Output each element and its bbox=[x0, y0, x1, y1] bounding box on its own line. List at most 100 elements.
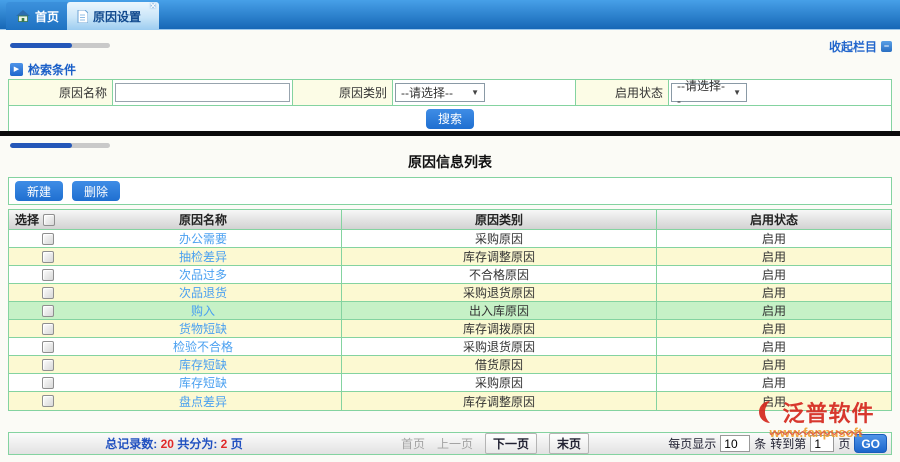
total-records-value: 20 bbox=[161, 437, 174, 451]
reason-name-cell: 抽检差异 bbox=[65, 248, 341, 265]
record-summary: 总记录数: 20 共分为: 2 页 bbox=[9, 435, 339, 452]
collapse-columns-label: 收起栏目 bbox=[829, 38, 877, 55]
page: 首页 原因设置 × 收起栏目 − ▶ 检索条件 原因名称 原因类别 bbox=[0, 0, 900, 462]
row-select-cell bbox=[9, 266, 65, 283]
reason-category-cell: 借货原因 bbox=[341, 356, 656, 373]
row-select-cell bbox=[9, 356, 65, 373]
delete-button[interactable]: 删除 bbox=[72, 181, 120, 201]
reason-name-link[interactable]: 办公需要 bbox=[179, 230, 227, 247]
table-row: 抽检差异 库存调整原因启用 bbox=[9, 248, 891, 266]
enable-status-cell: 启用 bbox=[656, 356, 891, 373]
row-checkbox[interactable] bbox=[42, 359, 54, 371]
new-button[interactable]: 新建 bbox=[15, 181, 63, 201]
reason-name-link[interactable]: 库存短缺 bbox=[179, 374, 227, 391]
per-page-unit: 条 bbox=[754, 435, 766, 452]
table-row: 盘点差异 库存调整原因启用 bbox=[9, 392, 891, 410]
reason-category-cell: 采购退货原因 bbox=[341, 284, 656, 301]
row-checkbox[interactable] bbox=[42, 233, 54, 245]
next-page-button[interactable]: 下一页 bbox=[485, 433, 537, 454]
tab-home[interactable]: 首页 bbox=[6, 2, 70, 30]
reason-category-cell: 库存调整原因 bbox=[341, 392, 656, 410]
tab-home-label: 首页 bbox=[35, 8, 59, 25]
goto-page-label: 转到第 bbox=[770, 435, 806, 452]
enable-status-cell: 启用 bbox=[656, 266, 891, 283]
per-page-input[interactable] bbox=[720, 435, 750, 452]
row-select-cell bbox=[9, 374, 65, 391]
goto-page-input[interactable] bbox=[810, 435, 834, 452]
reason-category-cell: 采购原因 bbox=[341, 374, 656, 391]
table-row: 次品过多不合格原因启用 bbox=[9, 266, 891, 284]
enable-status-cell: 启用 bbox=[656, 248, 891, 265]
row-checkbox[interactable] bbox=[42, 323, 54, 335]
reason-category-select[interactable]: --请选择-- ▼ bbox=[395, 83, 485, 102]
enable-status-label: 启用状态 bbox=[576, 80, 669, 105]
search-section-header[interactable]: ▶ 检索条件 bbox=[10, 61, 76, 78]
pages-unit: 页 bbox=[231, 437, 243, 451]
row-checkbox[interactable] bbox=[42, 305, 54, 317]
document-icon bbox=[77, 10, 88, 23]
search-form: 原因名称 原因类别 --请选择-- ▼ 启用状态 --请选择-- ▼ 搜索 bbox=[8, 79, 892, 132]
go-button[interactable]: GO bbox=[854, 434, 887, 453]
total-pages-value: 2 bbox=[221, 437, 228, 451]
row-select-cell bbox=[9, 248, 65, 265]
home-icon bbox=[16, 10, 30, 22]
collapse-icon: − bbox=[881, 41, 892, 52]
reason-name-link[interactable]: 购入 bbox=[191, 302, 215, 319]
status-header-cell: 启用状态 bbox=[656, 210, 891, 229]
section-divider-bar bbox=[10, 143, 110, 148]
section-separator bbox=[0, 131, 900, 136]
reason-table-body: 办公需要采购原因启用抽检差异库存调整原因启用次品过多不合格原因启用次品退货采购退… bbox=[9, 230, 891, 410]
reason-name-cell: 检验不合格 bbox=[65, 338, 341, 355]
row-checkbox[interactable] bbox=[42, 287, 54, 299]
row-checkbox[interactable] bbox=[42, 251, 54, 263]
row-checkbox[interactable] bbox=[42, 377, 54, 389]
reason-name-link[interactable]: 次品过多 bbox=[179, 266, 227, 283]
prev-page-link[interactable]: 上一页 bbox=[437, 435, 473, 452]
reason-category-cell: 出入库原因 bbox=[341, 302, 656, 319]
goto-page-unit: 页 bbox=[838, 435, 850, 452]
reason-category-cell: 采购原因 bbox=[341, 230, 656, 247]
reason-table: 选择 原因名称 原因类别 启用状态 办公需要采购原因启用抽检差异库存调整原因启用… bbox=[8, 209, 892, 411]
reason-name-link[interactable]: 检验不合格 bbox=[173, 338, 233, 355]
tab-close-icon[interactable]: × bbox=[150, 2, 156, 12]
reason-category-select-cell: --请选择-- ▼ bbox=[393, 80, 576, 105]
reason-name-cell: 次品退货 bbox=[65, 284, 341, 301]
pagination-bar: 总记录数: 20 共分为: 2 页 首页 上一页 下一页 末页 每页显示 条 转… bbox=[8, 432, 892, 455]
enable-status-select[interactable]: --请选择-- ▼ bbox=[671, 83, 747, 102]
row-select-cell bbox=[9, 302, 65, 319]
search-button[interactable]: 搜索 bbox=[426, 109, 474, 129]
reason-name-link[interactable]: 盘点差异 bbox=[179, 393, 227, 410]
tab-bar: 首页 原因设置 × bbox=[0, 0, 900, 30]
reason-name-link[interactable]: 抽检差异 bbox=[179, 248, 227, 265]
row-checkbox[interactable] bbox=[42, 341, 54, 353]
reason-category-cell: 库存调整原因 bbox=[341, 248, 656, 265]
row-checkbox[interactable] bbox=[42, 395, 54, 407]
select-header-label: 选择 bbox=[15, 211, 39, 228]
reason-category-label: 原因类别 bbox=[293, 80, 393, 105]
table-row: 库存短缺 借货原因启用 bbox=[9, 356, 891, 374]
expand-arrow-icon: ▶ bbox=[10, 63, 23, 76]
reason-name-input[interactable] bbox=[115, 83, 290, 102]
chevron-down-icon: ▼ bbox=[733, 88, 741, 97]
table-row: 办公需要 采购原因启用 bbox=[9, 230, 891, 248]
list-title: 原因信息列表 bbox=[0, 152, 900, 172]
tab-reason-settings[interactable]: 原因设置 × bbox=[67, 2, 159, 30]
row-checkbox[interactable] bbox=[42, 269, 54, 281]
table-row: 购入出入库原因启用 bbox=[9, 302, 891, 320]
reason-name-link[interactable]: 库存短缺 bbox=[179, 356, 227, 373]
enable-status-cell: 启用 bbox=[656, 230, 891, 247]
chevron-down-icon: ▼ bbox=[471, 88, 479, 97]
last-page-button[interactable]: 末页 bbox=[549, 433, 589, 454]
select-all-checkbox[interactable] bbox=[43, 214, 55, 226]
enable-status-cell: 启用 bbox=[656, 284, 891, 301]
enable-status-cell: 启用 bbox=[656, 392, 891, 410]
reason-name-link[interactable]: 次品退货 bbox=[179, 284, 227, 301]
table-row: 检验不合格采购退货原因启用 bbox=[9, 338, 891, 356]
reason-name-input-cell bbox=[113, 80, 293, 105]
collapse-columns-link[interactable]: 收起栏目 − bbox=[829, 38, 892, 55]
reason-category-cell: 采购退货原因 bbox=[341, 338, 656, 355]
reason-name-cell: 盘点差异 bbox=[65, 392, 341, 410]
reason-name-link[interactable]: 货物短缺 bbox=[179, 320, 227, 337]
first-page-link[interactable]: 首页 bbox=[401, 435, 425, 452]
total-records-label: 总记录数: bbox=[105, 437, 157, 451]
